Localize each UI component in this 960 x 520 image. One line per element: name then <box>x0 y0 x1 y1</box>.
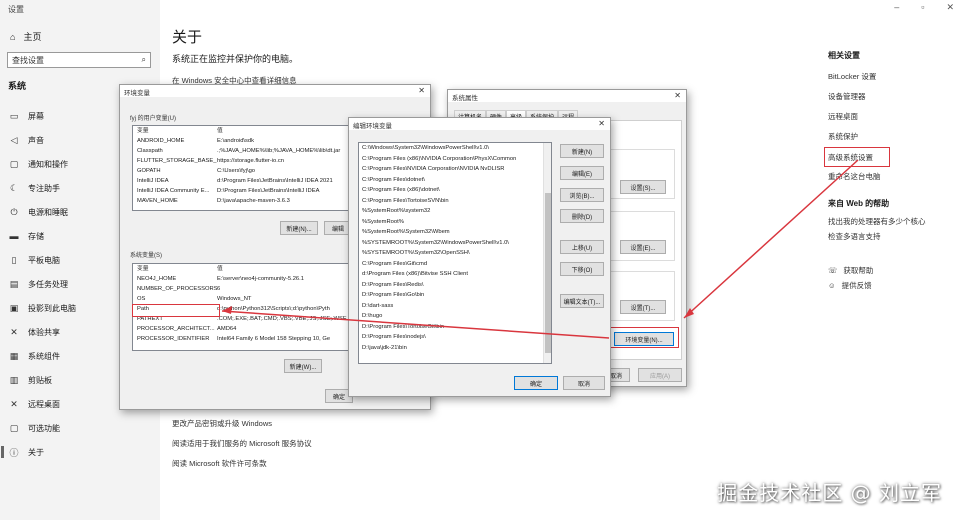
arrowhead-icon <box>222 306 232 314</box>
arrow-advanced-to-env <box>683 159 859 319</box>
arrow-env-to-path <box>221 310 610 339</box>
watermark: 掘金技术社区 @ 刘立军 <box>717 481 942 505</box>
annotation-arrows <box>221 159 859 339</box>
